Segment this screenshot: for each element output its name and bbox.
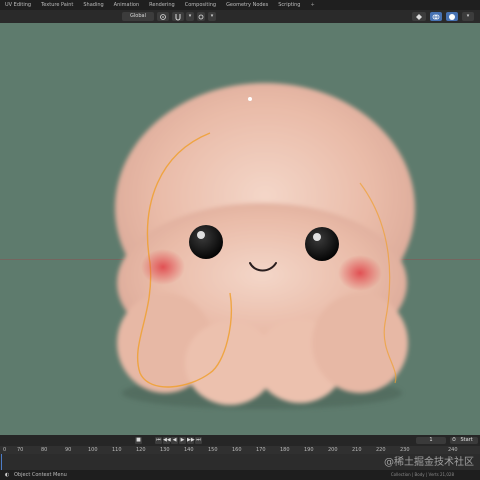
tick: 80 xyxy=(41,447,48,453)
prev-keyframe-icon[interactable]: ◀◀ xyxy=(163,437,171,444)
playhead[interactable] xyxy=(1,454,2,470)
left-blush xyxy=(141,249,185,285)
shading-options-chevron-icon[interactable]: ▾ xyxy=(462,12,474,21)
proportional-options-chevron-icon[interactable]: ▾ xyxy=(208,12,216,21)
pivot-icon[interactable] xyxy=(157,12,169,21)
viewport-shading-icon[interactable] xyxy=(446,12,458,21)
start-frame-field[interactable]: ⏱ Start xyxy=(450,437,478,444)
orientation-label: Global xyxy=(130,13,146,19)
fluffy-creature-render[interactable] xyxy=(0,23,480,435)
tick: 190 xyxy=(304,447,314,453)
snap-magnet-icon[interactable] xyxy=(172,12,184,21)
tick: 70 xyxy=(17,447,24,453)
right-eye-highlight xyxy=(313,233,321,241)
right-eye xyxy=(305,227,339,261)
play-reverse-icon[interactable]: ◀ xyxy=(171,437,178,444)
playback-controls: ■ ⏮ ◀◀ ◀ ▶ ▶▶ ⏭ 1 ⏱ Start xyxy=(0,435,480,446)
add-workspace-button[interactable]: + xyxy=(305,0,319,10)
jump-start-icon[interactable]: ⏮ xyxy=(155,437,162,444)
3d-cursor[interactable] xyxy=(248,97,252,101)
creature-body xyxy=(115,83,415,405)
snap-options-chevron-icon[interactable]: ▾ xyxy=(186,12,194,21)
viewport-header: Global ▾ ▾ ▾ xyxy=(0,10,480,24)
start-label: Start xyxy=(460,437,473,443)
status-bar: ◐ Object Context Menu Collection | Body … xyxy=(0,470,480,480)
tick: 170 xyxy=(256,447,266,453)
tick: 160 xyxy=(232,447,242,453)
view-gizmo-icon[interactable] xyxy=(412,12,426,21)
proportional-edit-icon[interactable] xyxy=(197,12,205,21)
clock-icon: ⏱ xyxy=(452,437,456,443)
left-eye-highlight xyxy=(197,231,205,239)
tick: 100 xyxy=(88,447,98,453)
tick: 210 xyxy=(352,447,362,453)
3d-viewport[interactable] xyxy=(0,23,480,435)
play-icon[interactable]: ▶ xyxy=(179,437,186,444)
orientation-dropdown[interactable]: Global xyxy=(122,12,154,21)
tick: 120 xyxy=(136,447,146,453)
tick: 180 xyxy=(280,447,290,453)
tab-shading[interactable]: Shading xyxy=(78,0,108,10)
stop-icon[interactable]: ■ xyxy=(135,437,142,444)
current-frame-field[interactable]: 1 xyxy=(416,437,446,444)
tick: 200 xyxy=(328,447,338,453)
mouse-icon: ◐ xyxy=(5,472,10,478)
scene-stats: Collection | Body | Verts 21,028 xyxy=(390,472,454,477)
tab-compositing[interactable]: Compositing xyxy=(180,0,221,10)
tab-rendering[interactable]: Rendering xyxy=(144,0,180,10)
left-eye xyxy=(189,225,223,259)
tab-geometry-nodes[interactable]: Geometry Nodes xyxy=(221,0,273,10)
overlay-icon[interactable] xyxy=(430,12,442,21)
jump-end-icon[interactable]: ⏭ xyxy=(195,437,202,444)
next-keyframe-icon[interactable]: ▶▶ xyxy=(187,437,195,444)
tab-uv-editing[interactable]: UV Editing xyxy=(0,0,36,10)
tab-texture-paint[interactable]: Texture Paint xyxy=(36,0,78,10)
tick: 110 xyxy=(112,447,122,453)
tick: 90 xyxy=(65,447,72,453)
tick: 0 xyxy=(3,447,7,453)
tab-scripting[interactable]: Scripting xyxy=(273,0,305,10)
tick: 130 xyxy=(160,447,170,453)
right-blush xyxy=(338,255,382,291)
tab-animation[interactable]: Animation xyxy=(109,0,145,10)
status-hint: Object Context Menu xyxy=(14,472,67,478)
workspace-tabs-bar: UV Editing Texture Paint Shading Animati… xyxy=(0,0,480,10)
tick: 140 xyxy=(184,447,194,453)
watermark-text: @稀土掘金技术社区 xyxy=(384,457,474,468)
tick: 150 xyxy=(208,447,218,453)
